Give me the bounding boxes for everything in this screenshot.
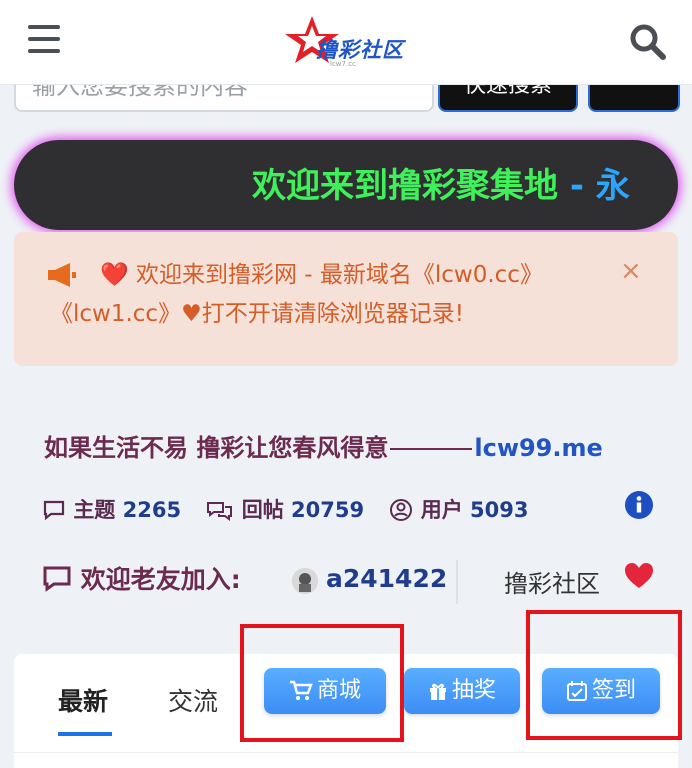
user-circle-icon [390, 499, 413, 521]
top-navbar: 撸彩社区 lcw7.cc [0, 0, 692, 85]
calendar-check-icon [566, 681, 587, 701]
divider [456, 560, 458, 604]
search-input[interactable]: 输入您要搜索的内容 [14, 84, 434, 112]
marquee-text-blue: - 永 [558, 166, 630, 206]
heart-icon[interactable] [624, 562, 654, 590]
close-icon[interactable]: × [620, 256, 642, 286]
stat-users-label: 用户 [420, 498, 463, 522]
site-logo[interactable]: 撸彩社区 lcw7.cc [282, 14, 422, 72]
shopping-cart-icon [289, 680, 313, 700]
slogan-domain[interactable]: lcw99.me [474, 434, 602, 462]
stat-topics-label: 主题 [73, 498, 116, 522]
quick-search-button[interactable]: 快速搜索 [438, 84, 578, 112]
active-tab-indicator [58, 732, 112, 736]
welcome-new-member: 欢迎老友加入: [42, 560, 241, 596]
stat-users: 用户 5093 [389, 494, 528, 524]
comments-icon [207, 502, 233, 521]
tab-latest[interactable]: 最新 [58, 682, 108, 718]
comment-icon [43, 566, 71, 592]
announcement-notice: ❤️ 欢迎来到撸彩网 - 最新域名《lcw0.cc》《lcw1.cc》♥打不开请… [14, 232, 678, 366]
stat-users-value: 5093 [470, 498, 529, 522]
gift-icon [429, 683, 446, 700]
hamburger-menu-icon[interactable] [28, 25, 60, 53]
stat-replies-value: 20759 [291, 498, 365, 522]
stat-topics: 主题 2265 [42, 494, 181, 524]
avatar[interactable] [292, 568, 318, 594]
marquee-text: 欢迎来到撸彩聚集地 - 永 [252, 158, 630, 207]
welcome-marquee: 欢迎来到撸彩聚集地 - 永 [14, 140, 678, 230]
notice-text: ❤️ 欢迎来到撸彩网 - 最新域名《lcw0.cc》《lcw1.cc》♥打不开请… [50, 256, 580, 334]
notice-message: ❤️ 欢迎来到撸彩网 - 最新域名《lcw0.cc》《lcw1.cc》♥打不开请… [50, 262, 543, 327]
checkin-button[interactable]: 签到 [542, 668, 660, 714]
stat-topics-value: 2265 [122, 498, 182, 522]
slogan-text: 如果生活不易 撸彩让您春风得意 [44, 434, 389, 462]
forum-stats: 主题 2265 回帖 20759 用户 5093 [42, 494, 546, 524]
stat-replies-label: 回帖 [241, 498, 284, 522]
shop-label: 商城 [316, 678, 361, 703]
content-divider [14, 752, 678, 753]
community-info-card: 如果生活不易 撸彩让您春风得意 lcw99.me 主题 2265 回帖 20759… [14, 400, 678, 620]
slogan-dash [390, 448, 473, 450]
stat-replies: 回帖 20759 [206, 494, 364, 524]
info-icon[interactable] [624, 490, 654, 520]
community-name: 撸彩社区 [504, 570, 600, 598]
lottery-label: 抽奖 [451, 678, 496, 703]
tab-exchange[interactable]: 交流 [168, 682, 218, 718]
shop-button[interactable]: 商城 [264, 668, 386, 714]
content-tabs: 最新 交流 商城 抽奖 签到 [14, 654, 678, 768]
comment-icon [43, 500, 65, 521]
search-icon[interactable] [628, 22, 668, 62]
search-extra-button[interactable] [588, 84, 680, 112]
slogan: 如果生活不易 撸彩让您春风得意 lcw99.me [44, 428, 603, 463]
new-member-username[interactable]: a241422 [326, 564, 447, 593]
logo-subtext: lcw7.cc [330, 60, 356, 68]
welcome-label: 欢迎老友加入: [80, 565, 241, 594]
search-row: 输入您要搜索的内容 快速搜索 [0, 84, 692, 114]
marquee-text-green: 欢迎来到撸彩聚集地 [252, 166, 558, 206]
checkin-label: 签到 [591, 678, 636, 703]
lottery-button[interactable]: 抽奖 [404, 668, 520, 714]
